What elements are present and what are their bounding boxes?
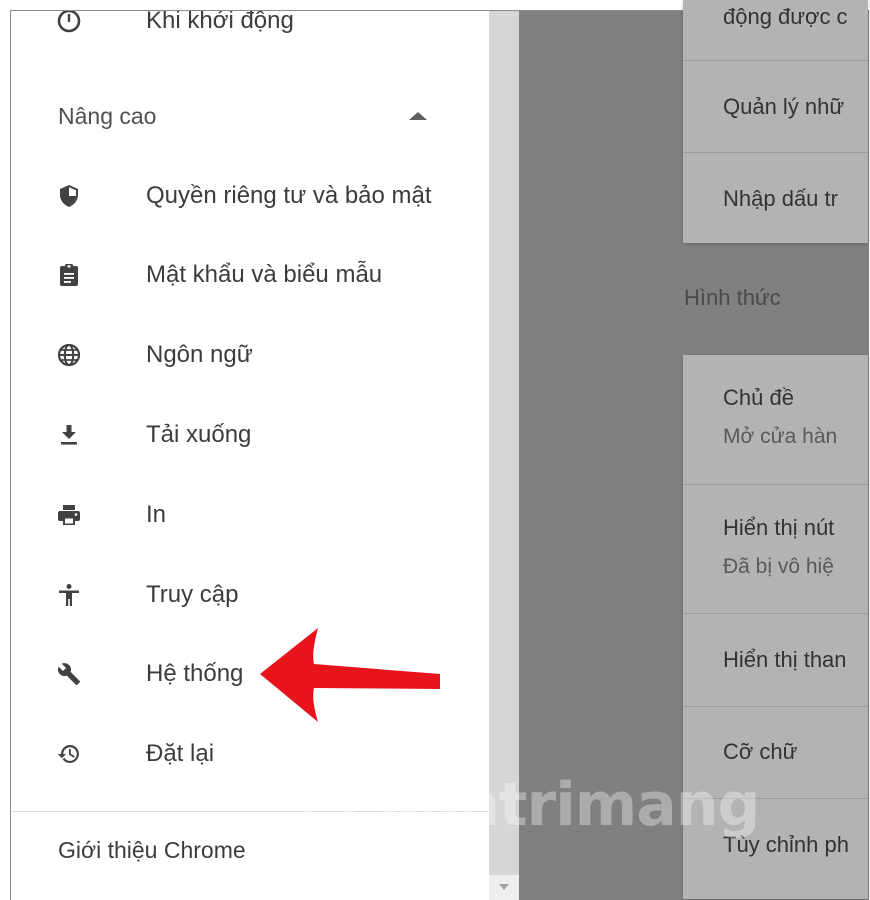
sidebar-item-languages[interactable]: Ngôn ngữ	[11, 320, 489, 390]
sidebar-item-privacy[interactable]: Quyền riêng tư và bảo mật	[11, 161, 489, 231]
scroll-down-arrow-icon[interactable]	[499, 884, 509, 890]
sidebar-item-about-chrome[interactable]: Giới thiệu Chrome	[58, 835, 246, 865]
settings-row[interactable]: động được c	[683, 0, 868, 60]
sidebar-item-label: Quyền riêng tư và bảo mật	[146, 182, 432, 209]
row-subtitle: Đã bị vô hiệ	[723, 555, 834, 578]
settings-row[interactable]: Nhập dấu tr	[683, 152, 868, 243]
annotation-arrow-icon	[248, 622, 448, 722]
startup-settings-card: động được c Quản lý nhữ Nhập dấu tr	[683, 0, 868, 243]
row-title: Hiển thị nút	[723, 515, 835, 540]
row-title: Hiển thị than	[723, 647, 847, 672]
sidebar-item-passwords[interactable]: Mật khẩu và biểu mẫu	[11, 240, 489, 310]
globe-icon	[57, 343, 81, 367]
wrench-icon	[57, 662, 81, 686]
sidebar-item-label: Ngôn ngữ	[146, 341, 253, 368]
row-title: Nhập dấu tr	[723, 186, 838, 211]
advanced-section-toggle[interactable]: Nâng cao	[11, 81, 489, 151]
sidebar-item-label: Khi khởi động	[146, 10, 294, 34]
watermark-logo: uantrimang	[298, 742, 760, 862]
power-icon	[57, 11, 81, 33]
download-icon	[57, 423, 81, 447]
sidebar-item-accessibility[interactable]: Truy cập	[11, 560, 489, 630]
sidebar-item-downloads[interactable]: Tải xuống	[11, 400, 489, 470]
sidebar-item-startup[interactable]: Khi khởi động	[11, 10, 489, 56]
sidebar-item-label: In	[146, 501, 167, 528]
appearance-heading: Hình thức	[684, 285, 781, 310]
settings-row[interactable]: Hiển thị than	[683, 613, 868, 706]
settings-row[interactable]: Hiển thị nút Đã bị vô hiệ	[683, 484, 868, 613]
row-title: Quản lý nhữ	[723, 94, 845, 119]
caret-up-icon	[409, 112, 427, 120]
row-subtitle: Mở cửa hàn	[723, 425, 838, 448]
sidebar-item-label: Mật khẩu và biểu mẫu	[146, 261, 383, 288]
sidebar-item-label: Tải xuống	[146, 421, 252, 448]
watermark-text: uantrimang	[376, 770, 760, 840]
accessibility-icon	[57, 583, 81, 607]
settings-row[interactable]: Quản lý nhữ	[683, 60, 868, 152]
sidebar-item-label: Hệ thống	[146, 660, 244, 687]
sidebar-item-label: Đặt lại	[146, 740, 215, 767]
printer-icon	[57, 503, 81, 527]
settings-row[interactable]: Chủ đề Mở cửa hàn	[683, 355, 868, 484]
advanced-section-label: Nâng cao	[58, 103, 157, 129]
row-title: Chủ đề	[723, 385, 794, 410]
sidebar-item-printing[interactable]: In	[11, 480, 489, 550]
restore-icon	[57, 742, 81, 766]
shield-icon	[57, 184, 81, 208]
clipboard-icon	[57, 263, 81, 287]
row-title: động được c	[723, 4, 848, 29]
sidebar-item-label: Truy cập	[146, 581, 239, 608]
